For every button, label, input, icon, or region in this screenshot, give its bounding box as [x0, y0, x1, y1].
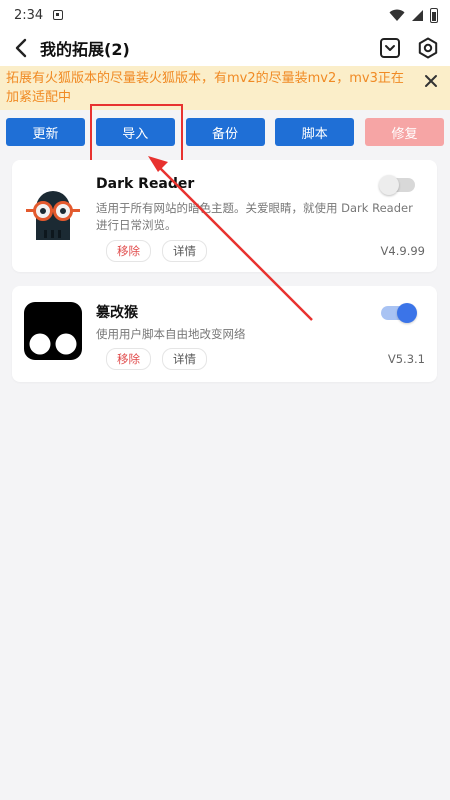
extension-name: Dark Reader [96, 176, 195, 192]
download-box-icon [380, 38, 400, 58]
extension-description: 使用用户脚本自由地改变网络 [96, 327, 246, 341]
notice-text: 拓展有火狐版本的尽量装火狐版本，有mv2的尽量装mv2，mv3正在加紧适配中 [6, 71, 404, 105]
settings-button[interactable] [414, 34, 442, 62]
extension-toggle[interactable] [379, 175, 415, 195]
toggle-knob [379, 175, 399, 195]
back-icon [15, 38, 27, 58]
extension-version: V4.9.99 [380, 244, 425, 258]
action-button-row: 更新 导入 备份 脚本 修复 [6, 118, 444, 146]
battery-icon [430, 7, 438, 23]
status-bar: 2:34 [0, 0, 450, 30]
detail-button[interactable]: 详情 [162, 240, 207, 262]
detail-button[interactable]: 详情 [162, 348, 207, 370]
header-actions [376, 34, 442, 62]
back-button[interactable] [6, 33, 36, 63]
notification-icon [53, 10, 64, 20]
script-button[interactable]: 脚本 [275, 118, 355, 146]
notice-banner: 拓展有火狐版本的尽量装火狐版本，有mv2的尽量装mv2，mv3正在加紧适配中 [0, 66, 450, 110]
status-time: 2:34 [14, 7, 44, 23]
extension-name: 篡改猴 [96, 305, 138, 321]
extension-card-tampermonkey: 篡改猴 使用用户脚本自由地改变网络 移除 详情 V5.3.1 [12, 286, 437, 382]
backup-button[interactable]: 备份 [185, 118, 265, 146]
extension-toggle[interactable] [381, 303, 417, 323]
app-header: 我的拓展(2) [0, 30, 450, 66]
settings-gear-icon [418, 37, 438, 59]
download-box-button[interactable] [376, 34, 404, 62]
extension-card-dark-reader: Dark Reader 适用于所有网站的暗色主题。关爱眼睛，就使用 Dark R… [12, 160, 437, 272]
toggle-knob [397, 303, 417, 323]
update-button[interactable]: 更新 [6, 118, 85, 146]
wifi-icon [389, 9, 405, 21]
remove-button[interactable]: 移除 [106, 348, 151, 370]
extension-version: V5.3.1 [387, 352, 425, 366]
repair-button[interactable]: 修复 [365, 118, 444, 146]
dark-reader-icon [26, 191, 80, 240]
page-title: 我的拓展(2) [40, 40, 130, 59]
status-icons [389, 7, 438, 23]
signal-icon [412, 9, 423, 21]
remove-button[interactable]: 移除 [106, 240, 151, 262]
tampermonkey-icon [24, 302, 82, 360]
close-icon[interactable] [422, 72, 440, 90]
extension-description: 适用于所有网站的暗色主题。关爱眼睛，就使用 Dark Reader 进行日常浏览… [96, 201, 413, 232]
